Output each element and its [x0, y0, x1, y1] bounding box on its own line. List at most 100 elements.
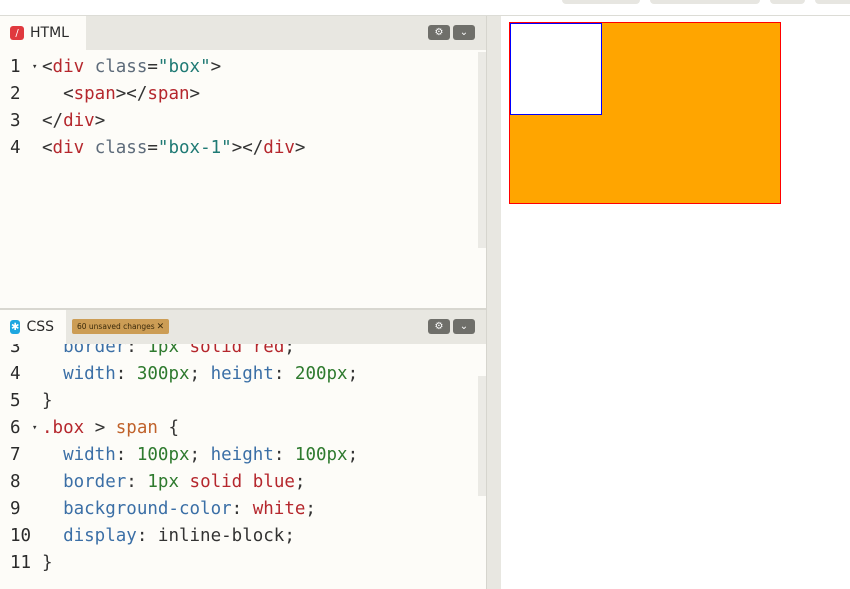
editor-result-resize-handle[interactable]	[486, 16, 501, 589]
preview-span	[510, 23, 602, 115]
code-token: :	[115, 445, 137, 465]
code-token: >	[210, 57, 222, 77]
code-token: width	[42, 445, 116, 465]
html-slash-icon: /	[10, 26, 24, 40]
code-token: ;	[347, 445, 359, 465]
code-token: ;	[284, 344, 295, 357]
code-token: {	[157, 418, 179, 438]
code-token: width	[42, 364, 116, 384]
toolbar-button[interactable]	[562, 0, 640, 4]
line-number: 11	[10, 553, 32, 573]
code-token: >	[94, 111, 106, 131]
close-icon[interactable]: ✕	[157, 322, 165, 332]
line-number: 4	[10, 138, 21, 158]
code-token: 1px	[147, 344, 179, 357]
code-token: class	[84, 138, 148, 158]
preview-box	[509, 22, 781, 204]
html-code-editor[interactable]: 1 ▾ <div class="box"> 2 <span></span> 3 </di…	[0, 52, 486, 308]
code-token: display	[42, 526, 137, 546]
line-number: 4	[10, 364, 21, 384]
code-line: 7 width: 100px; height: 100px;	[0, 442, 358, 469]
code-token: "box"	[157, 57, 211, 77]
fold-arrow-icon[interactable]: ▾	[32, 415, 42, 442]
editor-column: / HTML ⚙ ⌄ 1 ▾ <div class="box"> 2 <span></…	[0, 16, 486, 589]
toolbar-button[interactable]	[770, 0, 805, 4]
html-pane-title: HTML	[30, 25, 69, 41]
code-token: span	[73, 84, 116, 104]
chevron-down-icon[interactable]: ⌄	[453, 319, 475, 334]
line-number: 8	[10, 472, 21, 492]
fold-gutter	[32, 361, 42, 388]
code-token: solid	[189, 472, 243, 492]
toolbar-button[interactable]	[815, 0, 850, 4]
fold-gutter	[32, 108, 42, 135]
code-token: </	[42, 111, 64, 131]
css-code-editor[interactable]: 3 border: 1px solid red; 4 width: 300px; …	[0, 344, 486, 589]
tab-html[interactable]: / HTML	[0, 16, 86, 50]
code-line: 2 <span></span>	[0, 81, 200, 108]
code-token: }	[42, 391, 53, 411]
code-token: div	[52, 57, 85, 77]
code-token: div	[63, 111, 95, 131]
code-token: inline-block	[157, 526, 285, 546]
toolbar-button[interactable]	[650, 0, 760, 4]
html-editor-scrollbar[interactable]	[478, 52, 486, 248]
code-line: 10 display: inline-block;	[0, 523, 295, 550]
code-line: 3 border: 1px solid red;	[0, 344, 295, 361]
code-line: 9 background-color: white;	[0, 496, 316, 523]
css-editor-scrollbar[interactable]	[478, 376, 486, 496]
unsaved-changes-badge[interactable]: 60 unsaved changes ✕	[72, 319, 170, 334]
result-preview	[501, 16, 850, 589]
code-token: }	[42, 553, 53, 573]
code-token: span	[147, 84, 190, 104]
code-token: div	[52, 138, 85, 158]
code-token: ;	[347, 364, 359, 384]
tab-css[interactable]: ✱ CSS	[0, 310, 66, 344]
code-line: 4 width: 300px; height: 200px;	[0, 361, 358, 388]
code-token: :	[126, 472, 148, 492]
css-asterisk-icon: ✱	[10, 320, 21, 334]
line-number: 6	[10, 418, 21, 438]
line-number: 10	[10, 526, 32, 546]
code-token: 200px	[294, 364, 348, 384]
code-token: border	[42, 472, 127, 492]
code-token: ></	[231, 138, 264, 158]
code-token: 300px	[136, 364, 190, 384]
code-token: background-color	[42, 499, 232, 519]
code-token: border	[42, 344, 127, 357]
code-token: >	[189, 84, 201, 104]
fold-gutter	[32, 388, 42, 415]
code-token: ></	[115, 84, 148, 104]
chevron-down-icon[interactable]: ⌄	[453, 25, 475, 40]
code-token: <	[42, 84, 74, 104]
code-token: ;	[294, 472, 306, 492]
code-line: 11 }	[0, 550, 53, 577]
line-number: 7	[10, 445, 21, 465]
code-token: 100px	[294, 445, 348, 465]
code-token: >	[84, 418, 116, 438]
code-token: .box	[42, 418, 85, 438]
code-token: span	[115, 418, 158, 438]
code-token: solid	[189, 344, 243, 357]
line-number: 2	[10, 84, 21, 104]
gear-icon[interactable]: ⚙	[428, 319, 450, 334]
gear-icon[interactable]: ⚙	[428, 25, 450, 40]
fold-gutter	[32, 81, 42, 108]
code-token: div	[263, 138, 295, 158]
css-pane-header: ✱ CSS 60 unsaved changes ✕ ⚙ ⌄	[0, 310, 486, 344]
code-token: :	[231, 499, 253, 519]
code-token: ;	[284, 526, 295, 546]
code-token: <	[42, 138, 53, 158]
fold-arrow-icon[interactable]: ▾	[32, 54, 42, 81]
line-number: 3	[10, 344, 21, 357]
fold-gutter	[32, 496, 42, 523]
code-token: >	[294, 138, 306, 158]
code-line: 6 ▾ .box > span {	[0, 415, 179, 442]
code-token: :	[115, 364, 137, 384]
code-token: 1px	[147, 472, 179, 492]
code-token: height	[210, 364, 274, 384]
